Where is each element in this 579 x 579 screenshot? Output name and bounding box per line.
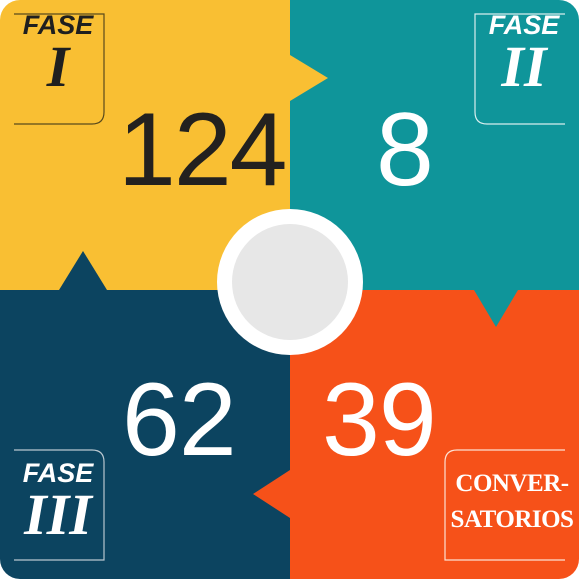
value-fase-3: 62	[122, 362, 237, 478]
puzzle-infographic: 124 8 62 39 FASE I FASE II FASE III CONV…	[0, 0, 579, 579]
label-conversatorios-line2: SATORIOS	[450, 506, 574, 534]
label-fase-3-roman: III	[24, 482, 92, 547]
label-fase-1: FASE I	[12, 12, 104, 99]
label-fase-1-roman: I	[46, 34, 70, 99]
center-circle	[232, 224, 348, 340]
label-fase-3: FASE III	[8, 460, 108, 547]
label-fase-2-roman: II	[501, 34, 547, 99]
label-conversatorios-line1: CONVER-	[455, 470, 569, 497]
value-conversatorios: 39	[322, 362, 437, 478]
value-fase-1: 124	[118, 92, 288, 208]
label-conversatorios: CONVER- SATORIOS	[450, 466, 574, 539]
label-fase-2: FASE II	[478, 12, 570, 99]
value-fase-2: 8	[376, 92, 434, 208]
